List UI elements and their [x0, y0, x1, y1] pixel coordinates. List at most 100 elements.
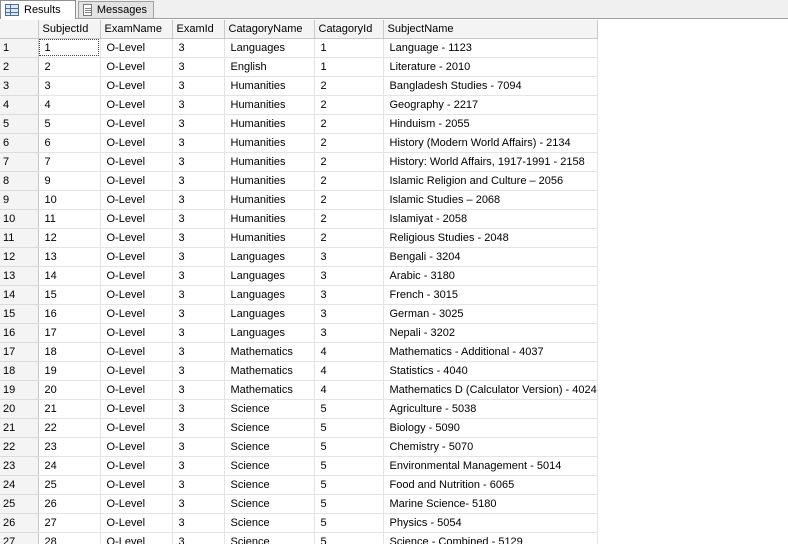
cell-subjectname[interactable]: Statistics - 4040 [383, 361, 598, 381]
cell-subjectid[interactable]: 27 [38, 513, 101, 533]
cell-subjectid[interactable]: 3 [38, 76, 101, 96]
table-row[interactable]: 25 26 O-Level 3 Science 5 Marine Science- 5180 [0, 494, 598, 514]
cell-subjectid[interactable]: 21 [38, 399, 101, 419]
cell-examname[interactable]: O-Level [100, 323, 173, 343]
cell-subjectname[interactable]: Arabic - 3180 [383, 266, 598, 286]
cell-subjectname[interactable]: Mathematics D (Calculator Version) - 402… [383, 380, 598, 400]
cell-catagoryname[interactable]: Languages [224, 323, 315, 343]
row-number[interactable]: 2 [0, 57, 39, 77]
row-number[interactable]: 19 [0, 380, 39, 400]
table-row[interactable]: 2 2 O-Level 3 English 1 Literature - 2010 [0, 57, 598, 77]
cell-subjectname[interactable]: Science - Combined - 5129 [383, 532, 598, 544]
table-row[interactable]: 17 18 O-Level 3 Mathematics 4 Mathematics - Ad… [0, 342, 598, 362]
row-number[interactable]: 6 [0, 133, 39, 153]
cell-examname[interactable]: O-Level [100, 133, 173, 153]
cell-subjectname[interactable]: Nepali - 3202 [383, 323, 598, 343]
cell-subjectid[interactable]: 2 [38, 57, 101, 77]
cell-catagoryname[interactable]: Mathematics [224, 380, 315, 400]
table-row[interactable]: 6 6 O-Level 3 Humanities 2 History (Modern Wor… [0, 133, 598, 153]
cell-catagoryid[interactable]: 2 [314, 171, 384, 191]
table-row[interactable]: 14 15 O-Level 3 Languages 3 French - 3015 [0, 285, 598, 305]
cell-catagoryid[interactable]: 5 [314, 437, 384, 457]
row-number[interactable]: 25 [0, 494, 39, 514]
cell-examid[interactable]: 3 [172, 456, 225, 476]
cell-examname[interactable]: O-Level [100, 437, 173, 457]
table-row[interactable]: 26 27 O-Level 3 Science 5 Physics - 5054 [0, 513, 598, 533]
cell-examid[interactable]: 3 [172, 437, 225, 457]
cell-catagoryid[interactable]: 3 [314, 285, 384, 305]
cell-subjectname[interactable]: Biology - 5090 [383, 418, 598, 438]
cell-subjectid[interactable]: 13 [38, 247, 101, 267]
cell-examid[interactable]: 3 [172, 95, 225, 115]
cell-catagoryid[interactable]: 5 [314, 399, 384, 419]
cell-examid[interactable]: 3 [172, 152, 225, 172]
table-row[interactable]: 13 14 O-Level 3 Languages 3 Arabic - 3180 [0, 266, 598, 286]
tab-results[interactable]: Results [0, 0, 76, 19]
cell-subjectname[interactable]: German - 3025 [383, 304, 598, 324]
row-number[interactable]: 5 [0, 114, 39, 134]
cell-examid[interactable]: 3 [172, 171, 225, 191]
cell-catagoryid[interactable]: 5 [314, 494, 384, 514]
cell-subjectid[interactable]: 17 [38, 323, 101, 343]
table-row[interactable]: 8 9 O-Level 3 Humanities 2 Islamic Religion an… [0, 171, 598, 191]
cell-subjectid[interactable]: 19 [38, 361, 101, 381]
cell-catagoryid[interactable]: 4 [314, 342, 384, 362]
cell-subjectid[interactable]: 10 [38, 190, 101, 210]
cell-catagoryname[interactable]: Languages [224, 285, 315, 305]
cell-catagoryname[interactable]: Humanities [224, 209, 315, 229]
column-header-examname[interactable]: ExamName [100, 20, 173, 39]
row-number[interactable]: 22 [0, 437, 39, 457]
row-number[interactable]: 14 [0, 285, 39, 305]
cell-catagoryid[interactable]: 5 [314, 532, 384, 544]
cell-catagoryname[interactable]: Mathematics [224, 342, 315, 362]
cell-subjectname[interactable]: Agriculture - 5038 [383, 399, 598, 419]
cell-examname[interactable]: O-Level [100, 209, 173, 229]
tab-messages[interactable]: Messages [78, 1, 154, 18]
row-number[interactable]: 26 [0, 513, 39, 533]
table-row[interactable]: 12 13 O-Level 3 Languages 3 Bengali - 3204 [0, 247, 598, 267]
table-row[interactable]: 1 1 O-Level 3 Languages 1 Language - 1123 [0, 38, 598, 58]
cell-catagoryid[interactable]: 3 [314, 266, 384, 286]
cell-subjectid[interactable]: 9 [38, 171, 101, 191]
cell-examid[interactable]: 3 [172, 399, 225, 419]
cell-subjectid[interactable]: 16 [38, 304, 101, 324]
table-row[interactable]: 18 19 O-Level 3 Mathematics 4 Statistics - 404… [0, 361, 598, 381]
cell-catagoryname[interactable]: Science [224, 437, 315, 457]
cell-subjectid[interactable]: 20 [38, 380, 101, 400]
cell-catagoryid[interactable]: 1 [314, 38, 384, 58]
cell-catagoryname[interactable]: Science [224, 399, 315, 419]
row-number[interactable]: 12 [0, 247, 39, 267]
cell-subjectname[interactable]: Chemistry - 5070 [383, 437, 598, 457]
cell-catagoryid[interactable]: 5 [314, 456, 384, 476]
cell-examname[interactable]: O-Level [100, 361, 173, 381]
cell-examname[interactable]: O-Level [100, 228, 173, 248]
cell-examid[interactable]: 3 [172, 513, 225, 533]
cell-examid[interactable]: 3 [172, 494, 225, 514]
cell-examname[interactable]: O-Level [100, 418, 173, 438]
cell-examid[interactable]: 3 [172, 114, 225, 134]
cell-subjectid[interactable]: 15 [38, 285, 101, 305]
cell-catagoryid[interactable]: 2 [314, 152, 384, 172]
cell-subjectname[interactable]: Bangladesh Studies - 7094 [383, 76, 598, 96]
cell-examname[interactable]: O-Level [100, 399, 173, 419]
cell-subjectname[interactable]: Islamiyat - 2058 [383, 209, 598, 229]
cell-examname[interactable]: O-Level [100, 114, 173, 134]
cell-catagoryname[interactable]: Humanities [224, 152, 315, 172]
row-number[interactable]: 8 [0, 171, 39, 191]
cell-subjectid[interactable]: 23 [38, 437, 101, 457]
cell-catagoryname[interactable]: Languages [224, 38, 315, 58]
cell-catagoryid[interactable]: 2 [314, 209, 384, 229]
cell-catagoryname[interactable]: Humanities [224, 133, 315, 153]
column-header-subjectname[interactable]: SubjectName [383, 20, 598, 39]
cell-catagoryname[interactable]: Humanities [224, 95, 315, 115]
cell-catagoryname[interactable]: Humanities [224, 171, 315, 191]
cell-examid[interactable]: 3 [172, 342, 225, 362]
cell-catagoryid[interactable]: 2 [314, 114, 384, 134]
cell-catagoryname[interactable]: Humanities [224, 190, 315, 210]
cell-catagoryname[interactable]: Humanities [224, 228, 315, 248]
cell-subjectname[interactable]: Marine Science- 5180 [383, 494, 598, 514]
cell-catagoryname[interactable]: Science [224, 475, 315, 495]
results-grid[interactable]: SubjectId ExamName ExamId CatagoryName C… [0, 20, 788, 544]
table-row[interactable]: 16 17 O-Level 3 Languages 3 Nepali - 3202 [0, 323, 598, 343]
table-row[interactable]: 22 23 O-Level 3 Science 5 Chemistry - 5070 [0, 437, 598, 457]
